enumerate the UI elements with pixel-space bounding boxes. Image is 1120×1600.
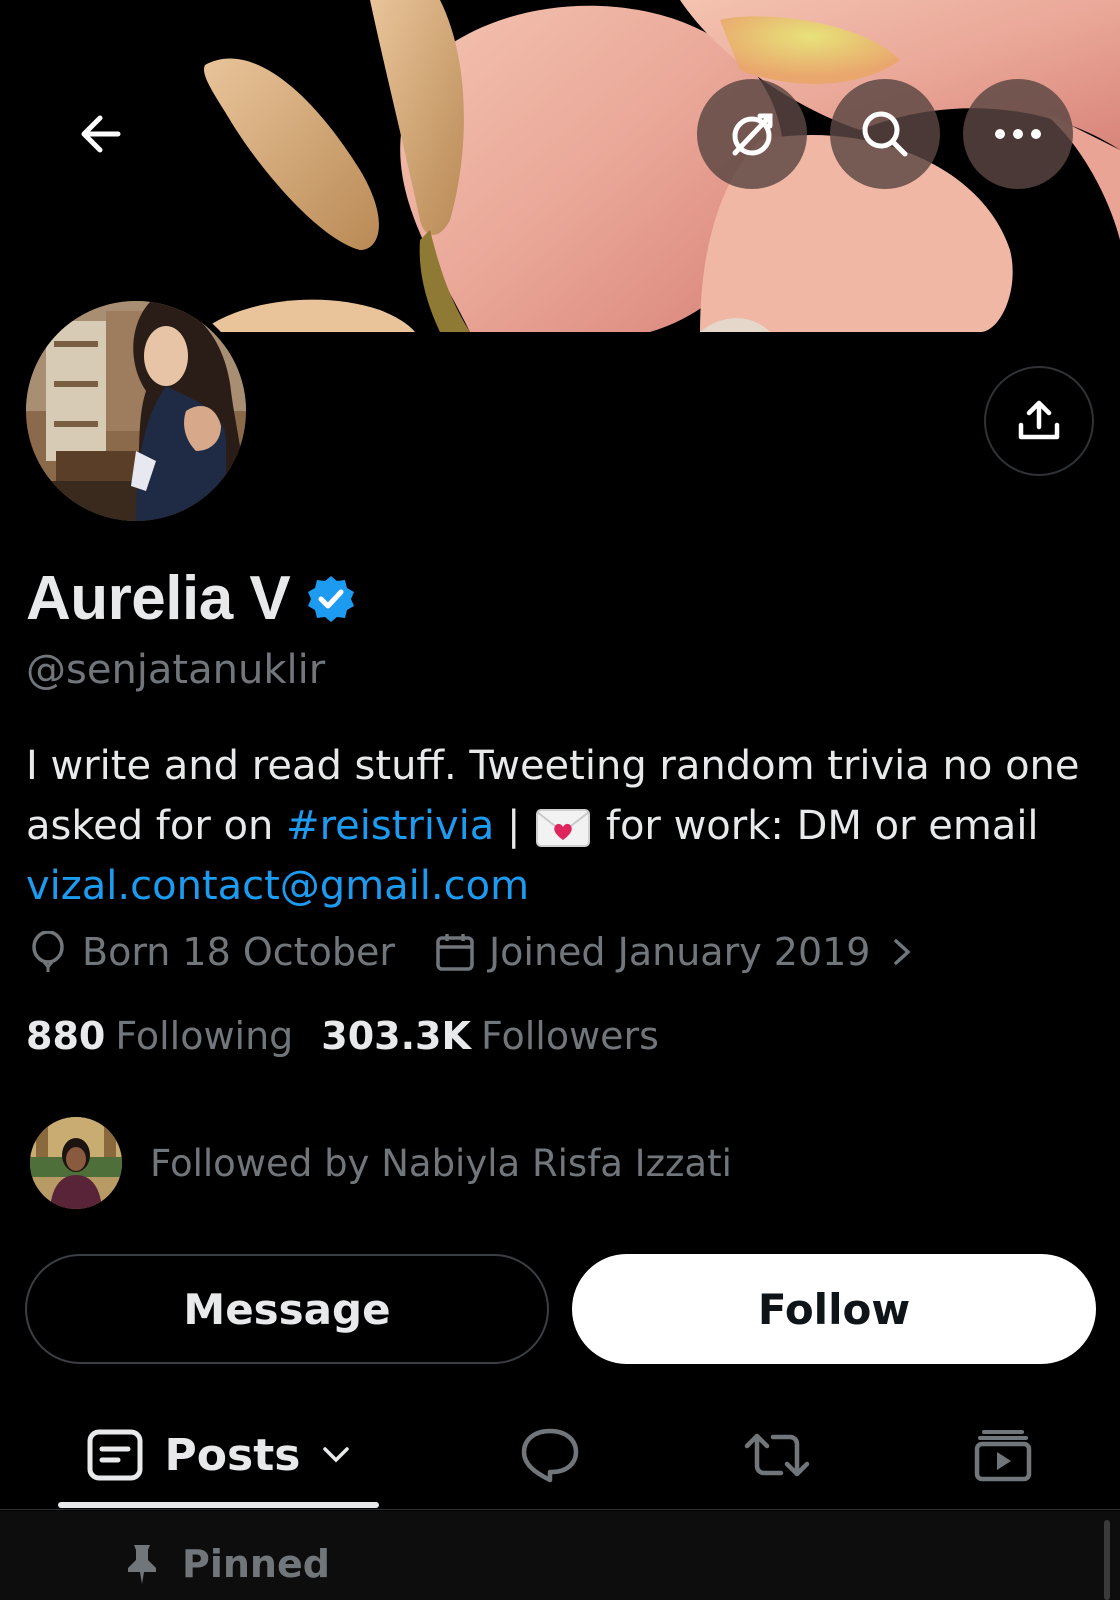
follow-button[interactable]: Follow [572,1254,1096,1364]
love-letter-emoji-icon [536,809,591,847]
profile-bio: I write and read stuff. Tweeting random … [26,736,1096,916]
following-label[interactable]: Following [115,1014,293,1058]
profile-banner [0,0,1120,332]
posts-icon [87,1429,143,1481]
calendar-icon [433,930,477,974]
tab-posts[interactable]: Posts [58,1400,379,1510]
tab-media[interactable] [968,1420,1038,1490]
search-button[interactable] [830,79,940,189]
tab-reposts[interactable] [742,1420,812,1490]
back-button[interactable] [50,84,150,184]
email-link[interactable]: vizal.contact@gmail.com [26,863,529,909]
more-horizontal-icon [995,129,1041,139]
followers-count[interactable]: 303.3K [321,1014,471,1058]
media-icon [974,1430,1032,1482]
tab-replies[interactable] [515,1420,585,1490]
join-date[interactable]: Joined January 2019 [489,930,871,974]
active-tab-indicator [58,1502,379,1508]
followers-label[interactable]: Followers [481,1014,659,1058]
profile-meta: Born 18 October Joined January 2019 [26,930,924,974]
pinned-label-row: Pinned [122,1542,330,1586]
message-button[interactable]: Message [25,1254,549,1364]
grok-button[interactable] [697,79,807,189]
profile-name-row: Aurelia V [26,563,356,634]
profile-avatar[interactable] [20,295,252,527]
verified-badge-icon[interactable] [306,574,356,624]
share-button[interactable] [984,366,1094,476]
scrollbar[interactable] [1104,1520,1110,1600]
pinned-label: Pinned [182,1542,330,1586]
birth-date: Born 18 October [82,930,395,974]
profile-stats: 880 Following 303.3K Followers [26,1014,659,1058]
arrow-left-icon [81,115,121,153]
reply-icon [521,1428,579,1483]
chevron-down-icon[interactable] [322,1446,350,1464]
follower-avatar [30,1117,122,1209]
profile-name: Aurelia V [26,564,291,633]
bio-text-2: for work: DM or email [593,803,1039,849]
grok-icon [732,113,773,156]
more-button[interactable] [963,79,1073,189]
followed-by-text: Followed by Nabiyla Risfa Izzati [150,1141,732,1185]
bio-separator: | [494,803,534,849]
followed-by[interactable]: Followed by Nabiyla Risfa Izzati [30,1117,732,1209]
following-count[interactable]: 880 [26,1014,105,1058]
share-icon [1018,400,1060,440]
profile-tabs: Posts [0,1400,1120,1510]
search-icon [862,111,908,157]
profile-handle: @senjatanuklir [26,647,326,693]
hashtag-link[interactable]: #reistrivia [286,803,494,849]
pin-icon [128,1545,156,1584]
repost-icon [744,1433,810,1477]
chevron-right-icon[interactable] [880,930,924,974]
balloon-icon [26,930,70,974]
tab-posts-label: Posts [164,1429,301,1481]
